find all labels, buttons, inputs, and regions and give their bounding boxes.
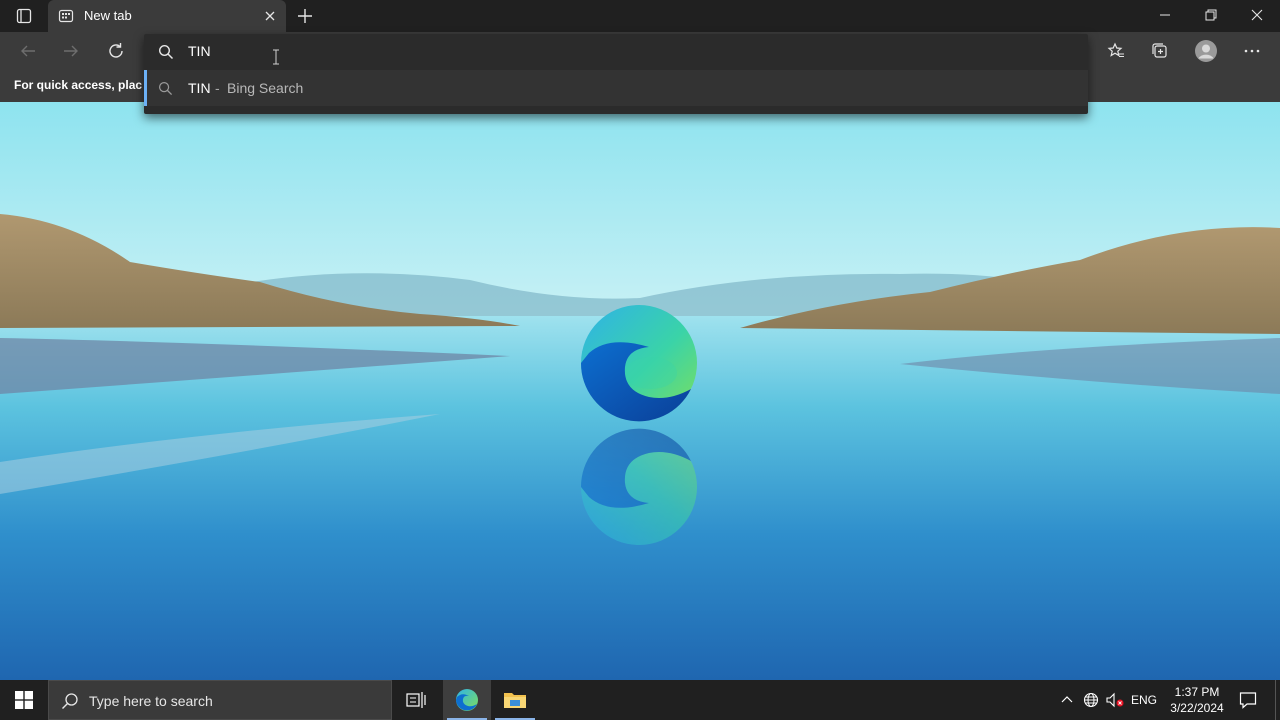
avatar-icon xyxy=(1195,40,1217,62)
input-language-button[interactable]: ENG xyxy=(1128,690,1160,710)
chevron-up-icon xyxy=(1061,696,1073,703)
search-suggestion-item[interactable]: TIN - Bing Search xyxy=(144,70,1088,106)
profile-button[interactable] xyxy=(1190,36,1222,66)
taskbar-search-placeholder: Type here to search xyxy=(89,693,213,709)
new-tab-button[interactable] xyxy=(294,5,316,27)
suggestion-source: Bing Search xyxy=(227,80,304,96)
windows-taskbar: Type here to search ENG 1:37 PM 3/22/202… xyxy=(0,680,1280,720)
taskbar-file-explorer-app[interactable] xyxy=(491,680,539,720)
search-icon xyxy=(62,693,78,709)
tab-title: New tab xyxy=(84,8,132,23)
suggestion-separator: - xyxy=(215,80,220,96)
lake-landscape-image xyxy=(0,102,1280,680)
search-icon xyxy=(158,81,173,96)
back-arrow-icon xyxy=(21,45,35,57)
plus-icon xyxy=(298,9,312,23)
text-cursor-icon xyxy=(273,49,279,65)
start-button[interactable] xyxy=(0,680,48,720)
taskbar-clock[interactable]: 1:37 PM 3/22/2024 xyxy=(1162,684,1232,716)
taskbar-edge-app[interactable] xyxy=(443,680,491,720)
address-bar-input[interactable]: TIN xyxy=(144,34,1088,68)
forward-arrow-icon xyxy=(64,45,78,57)
taskbar-search-box[interactable]: Type here to search xyxy=(48,680,392,720)
refresh-icon xyxy=(109,43,123,58)
volume-button[interactable] xyxy=(1104,690,1126,710)
action-center-button[interactable] xyxy=(1232,680,1264,720)
tab-new-tab[interactable]: New tab xyxy=(48,0,286,32)
add-favorite-button[interactable] xyxy=(1100,36,1132,66)
close-window-button[interactable] xyxy=(1234,0,1280,30)
task-view-icon xyxy=(406,692,426,708)
forward-button[interactable] xyxy=(55,36,87,66)
address-bar-dropdown: TIN TIN - Bing Search xyxy=(144,34,1088,114)
title-bar: New tab xyxy=(0,0,1280,32)
new-tab-page-icon xyxy=(58,9,74,23)
windows-logo-icon xyxy=(15,691,33,709)
tab-actions-menu-button[interactable] xyxy=(10,6,38,26)
minimize-icon xyxy=(1160,14,1170,16)
show-hidden-icons-button[interactable] xyxy=(1058,690,1076,710)
minimize-button[interactable] xyxy=(1142,0,1188,30)
back-button[interactable] xyxy=(12,36,44,66)
close-icon xyxy=(1251,9,1263,21)
settings-and-more-button[interactable] xyxy=(1236,36,1268,66)
edge-icon xyxy=(456,689,478,711)
address-bar-text: TIN xyxy=(188,43,211,59)
clock-time: 1:37 PM xyxy=(1174,685,1220,699)
volume-muted-icon xyxy=(1106,692,1124,708)
suggestion-query: TIN xyxy=(188,80,211,96)
collections-icon xyxy=(1152,43,1167,58)
tab-actions-icon xyxy=(16,8,32,24)
favorites-star-icon xyxy=(1107,42,1124,58)
network-button[interactable] xyxy=(1081,690,1101,710)
new-tab-page-background xyxy=(0,102,1280,680)
close-tab-icon[interactable] xyxy=(262,8,278,24)
file-explorer-icon xyxy=(504,693,526,708)
favorites-bar-hint: For quick access, place y xyxy=(14,78,142,92)
show-desktop-button[interactable] xyxy=(1275,680,1280,720)
restore-icon xyxy=(1205,9,1217,21)
input-language-label: ENG xyxy=(1130,693,1157,707)
restore-button[interactable] xyxy=(1188,0,1234,30)
task-view-button[interactable] xyxy=(392,680,440,720)
notification-icon xyxy=(1239,692,1257,709)
refresh-button[interactable] xyxy=(100,36,132,66)
search-icon xyxy=(158,44,174,60)
collections-button[interactable] xyxy=(1144,36,1176,66)
globe-network-icon xyxy=(1083,692,1099,708)
clock-date: 3/22/2024 xyxy=(1170,701,1224,715)
more-horizontal-icon xyxy=(1244,49,1260,53)
